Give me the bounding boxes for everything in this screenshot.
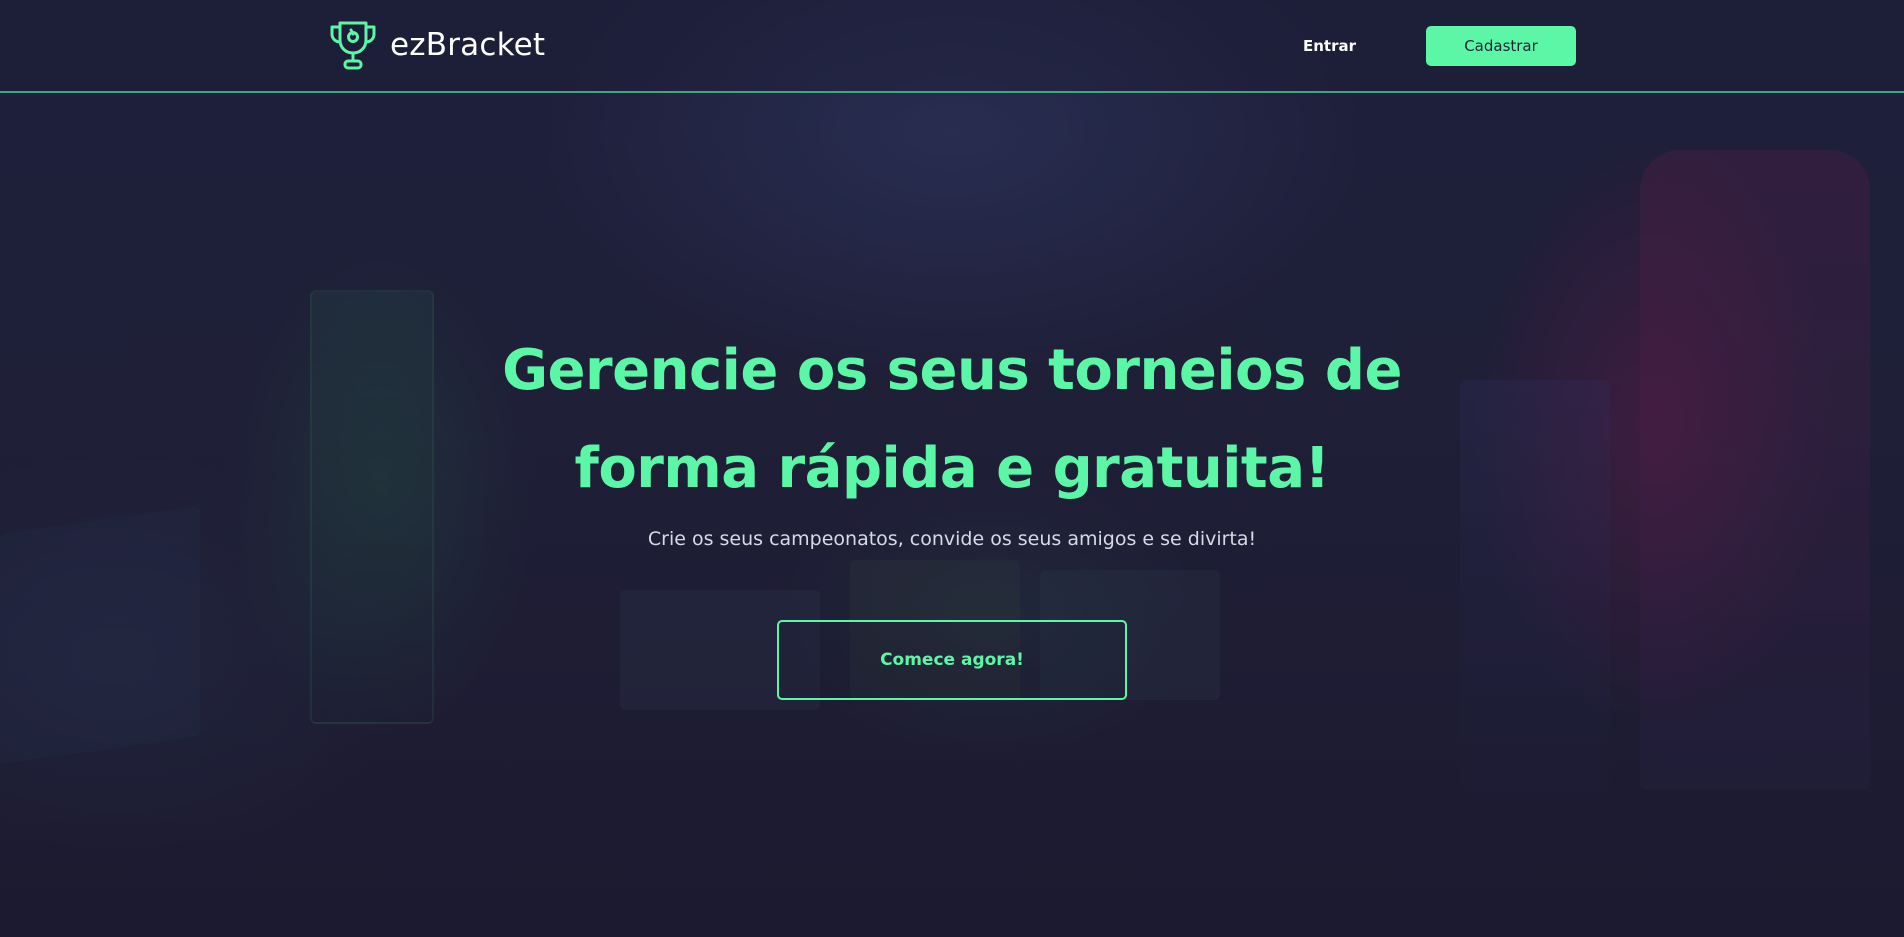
top-navbar: ezBracket Entrar Cadastrar (0, 0, 1904, 93)
brand-logo[interactable]: ezBracket (326, 18, 545, 72)
landing-page: ezBracket Entrar Cadastrar Gerencie os s… (0, 0, 1904, 937)
hero-subtitle: Crie os seus campeonatos, convide os seu… (647, 528, 1257, 550)
header-nav: Entrar Cadastrar (1303, 26, 1576, 66)
login-button[interactable]: Entrar (1303, 37, 1356, 55)
hero-title-line-1: Gerencie os seus torneios de (502, 338, 1402, 403)
signup-button[interactable]: Cadastrar (1426, 26, 1576, 66)
get-started-button[interactable]: Comece agora! (777, 620, 1127, 700)
brand-name: ezBracket (390, 27, 546, 63)
trophy-icon (326, 18, 380, 72)
hero-title-line-2: forma rápida e gratuita! (574, 436, 1330, 501)
hero-title: Gerencie os seus torneios de forma rápid… (352, 322, 1552, 518)
